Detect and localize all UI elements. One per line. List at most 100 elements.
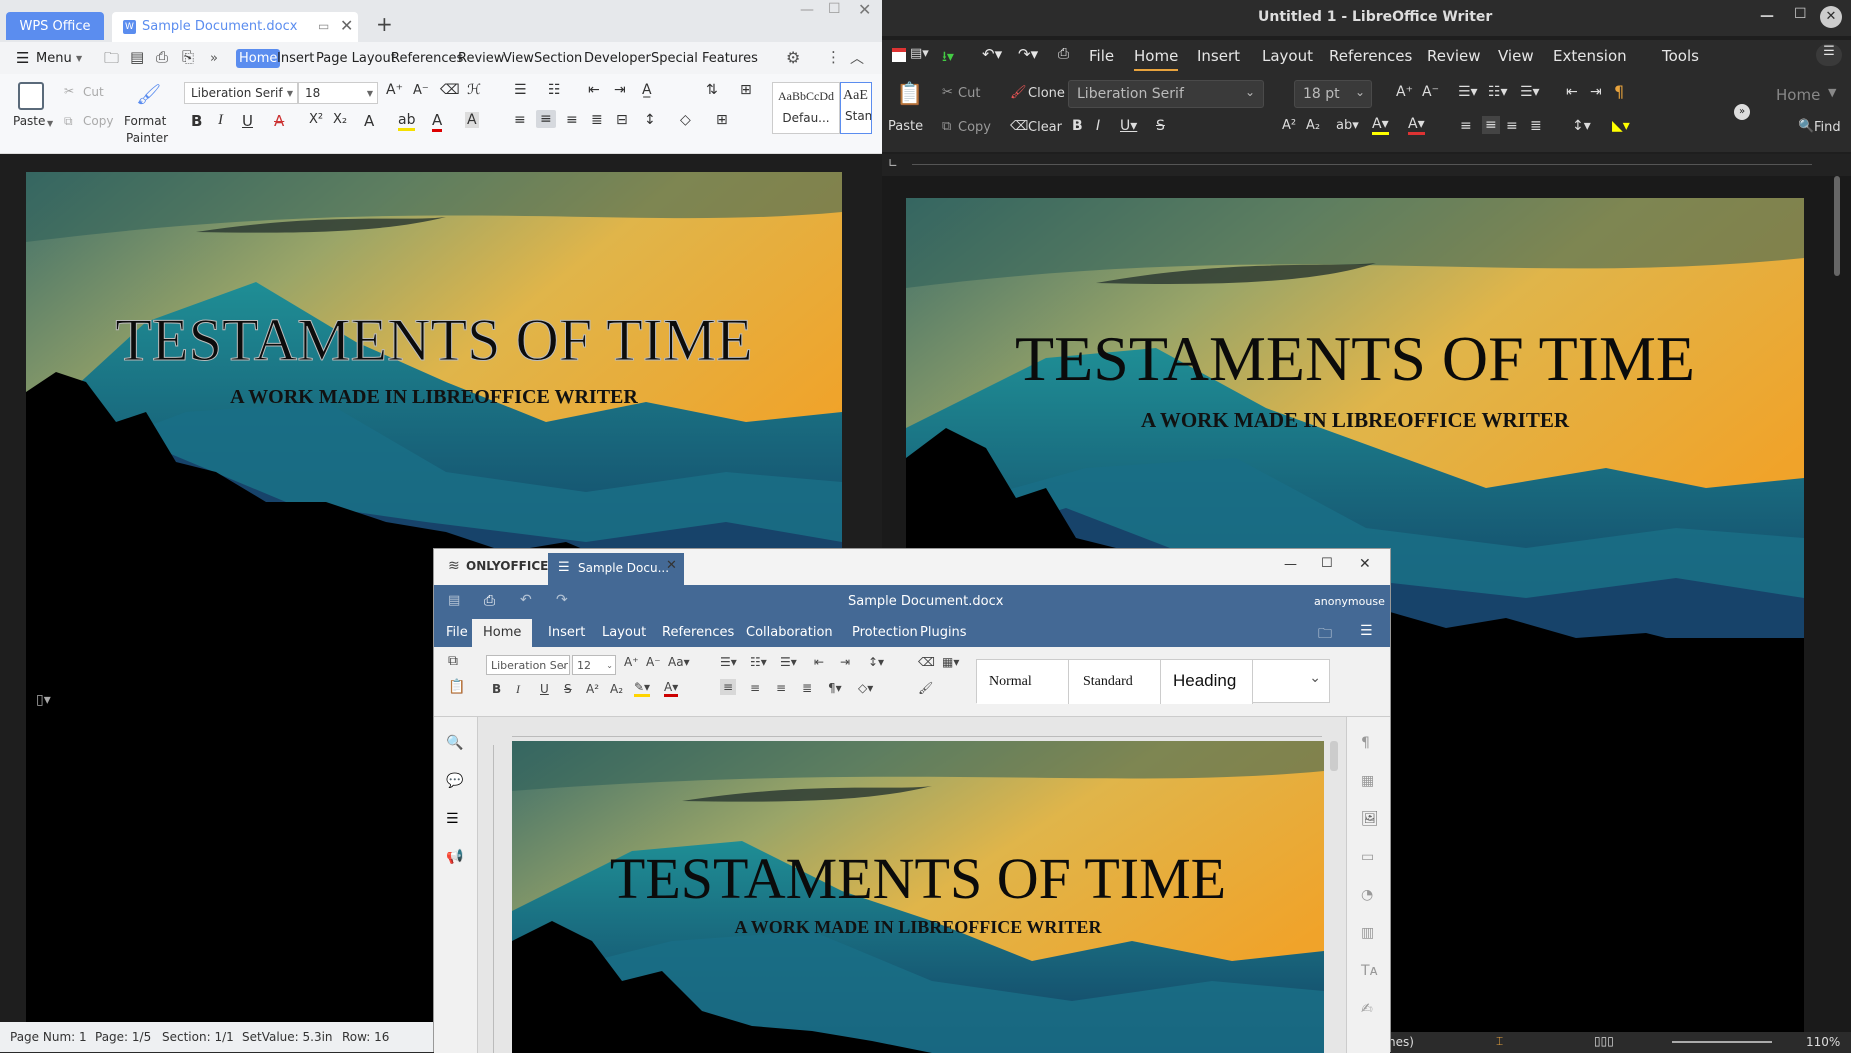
- oo-shading-icon[interactable]: ◇▾: [858, 681, 873, 695]
- tab-home[interactable]: Home: [236, 49, 281, 68]
- tab-developer[interactable]: Developer: [584, 51, 651, 66]
- oo-style-heading[interactable]: Heading: [1161, 660, 1253, 704]
- close-window-icon[interactable]: ✕: [1820, 6, 1842, 28]
- lo-grow-font-icon[interactable]: A⁺: [1396, 84, 1413, 100]
- oo-line-spacing-icon[interactable]: ↕▾: [868, 655, 884, 669]
- oo-open-location-icon[interactable]: 🗀: [1318, 623, 1332, 647]
- lo-outline-icon[interactable]: ☰▾: [1520, 84, 1540, 100]
- open-folder-icon[interactable]: 🗀: [104, 48, 119, 73]
- oo-bullets-icon[interactable]: ☰▾: [720, 655, 737, 669]
- sort-icon[interactable]: ⇅: [706, 82, 718, 98]
- lo-clone-button[interactable]: Clone: [1028, 86, 1065, 101]
- lo-zoom-value[interactable]: 110%: [1806, 1035, 1840, 1049]
- oo-print-icon[interactable]: ⎙: [484, 593, 495, 609]
- oo-close-tab-icon[interactable]: ✕: [666, 558, 677, 573]
- lo-font-size-field[interactable]: 18 pt ⌄: [1294, 80, 1372, 108]
- oo-change-case-icon[interactable]: Aa▾: [668, 655, 690, 669]
- oo-color-scheme-icon[interactable]: ▦▾: [942, 655, 959, 669]
- copy-button[interactable]: Copy: [83, 114, 113, 128]
- tab-page-layout[interactable]: Page Layout: [316, 51, 396, 66]
- lo-undo-icon[interactable]: ↶▾: [982, 45, 1002, 63]
- lo-copy-icon[interactable]: ⧉: [942, 119, 951, 134]
- oo-image-settings-icon[interactable]: 🖼: [1361, 811, 1379, 827]
- oo-copy-style-icon[interactable]: 🖌: [918, 681, 933, 695]
- lo-shrink-font-icon[interactable]: A⁻: [1422, 84, 1439, 100]
- oo-styles-expand-icon[interactable]: ⌄: [1309, 670, 1321, 686]
- lo-ruler[interactable]: ∟: [882, 154, 1851, 176]
- align-right-icon[interactable]: ≡: [566, 112, 578, 128]
- borders-icon[interactable]: ⊞: [716, 112, 728, 128]
- format-painter-label-2[interactable]: Painter: [126, 131, 168, 145]
- line-spacing-icon[interactable]: ↕: [644, 112, 656, 128]
- close-window-icon[interactable]: ✕: [1359, 556, 1371, 572]
- oo-numbering-icon[interactable]: ☷▾: [750, 655, 767, 669]
- maximize-icon[interactable]: ☐: [1321, 556, 1333, 571]
- oo-header-footer-icon[interactable]: ▭: [1361, 849, 1374, 865]
- paste-icon[interactable]: [18, 82, 44, 110]
- new-tab-icon[interactable]: +: [376, 12, 393, 36]
- oo-menu-icon[interactable]: ☰: [1360, 623, 1373, 639]
- decrease-indent-icon[interactable]: ⇤: [588, 82, 600, 98]
- table-border-icon[interactable]: ⊞: [740, 82, 752, 98]
- oo-tab-collaboration[interactable]: Collaboration: [746, 625, 833, 640]
- oo-style-normal[interactable]: Normal: [977, 660, 1069, 704]
- lo-align-center-icon[interactable]: ≡: [1482, 116, 1500, 134]
- lo-menu-extension[interactable]: Extension: [1553, 47, 1627, 65]
- maximize-icon[interactable]: ☐: [1794, 6, 1807, 22]
- oo-tab-file[interactable]: File: [446, 625, 468, 640]
- oo-scrollbar[interactable]: [1330, 741, 1338, 771]
- menu-button[interactable]: Menu: [36, 51, 72, 66]
- oo-highlight-icon[interactable]: ✎▾: [634, 680, 651, 697]
- oo-copy-icon[interactable]: ⧉: [448, 653, 458, 669]
- lo-zoom-slider[interactable]: [1672, 1041, 1772, 1043]
- lo-scrollbar[interactable]: [1834, 176, 1840, 276]
- bold-icon[interactable]: B: [191, 112, 202, 130]
- lo-bold-icon[interactable]: B: [1072, 118, 1083, 134]
- lo-view-layout-icon[interactable]: ▯▯▯: [1594, 1034, 1614, 1048]
- menu-chevron-icon[interactable]: ▼: [76, 54, 82, 63]
- format-painter-icon[interactable]: 🖌: [136, 82, 161, 106]
- lo-menu-file[interactable]: File: [1089, 47, 1114, 65]
- lo-line-spacing-icon[interactable]: ↕▾: [1572, 118, 1591, 134]
- font-style-icon[interactable]: A: [364, 112, 374, 130]
- oo-ruler-horizontal[interactable]: [512, 725, 1322, 737]
- oo-ruler-vertical[interactable]: [482, 745, 494, 1053]
- hamburger-icon[interactable]: ☰: [16, 49, 29, 67]
- lo-home-dropdown[interactable]: Home: [1776, 86, 1820, 104]
- oo-bold-icon[interactable]: B: [492, 682, 501, 696]
- lo-underline-icon[interactable]: U▾: [1120, 118, 1137, 134]
- numbering-icon[interactable]: ☷: [548, 82, 561, 98]
- lo-app-icon[interactable]: [892, 48, 906, 62]
- text-effect-icon[interactable]: ℋ: [467, 82, 481, 98]
- oo-save-icon[interactable]: ▤: [448, 593, 460, 608]
- lo-shadow-icon[interactable]: ab▾: [1336, 118, 1359, 133]
- paste-chevron-icon[interactable]: ▼: [47, 119, 53, 128]
- align-center-icon[interactable]: ≡: [536, 110, 556, 128]
- style-standard-box[interactable]: AaE Stan: [840, 82, 872, 134]
- lo-cut-button[interactable]: Cut: [958, 86, 980, 101]
- more-icon[interactable]: »: [210, 51, 218, 66]
- oo-textart-settings-icon[interactable]: Tᴀ: [1361, 963, 1378, 979]
- lo-menu-references[interactable]: References: [1329, 47, 1412, 65]
- save-icon[interactable]: ▤: [130, 48, 144, 66]
- maximize-icon[interactable]: ☐: [828, 1, 841, 17]
- oo-tab-plugins[interactable]: Plugins: [920, 625, 967, 640]
- lo-new-icon[interactable]: ▤▾: [910, 46, 929, 61]
- oo-clear-style-icon[interactable]: ⌫: [918, 655, 935, 669]
- justify-icon[interactable]: ≣: [591, 112, 603, 128]
- oo-increase-indent-icon[interactable]: ⇥: [840, 655, 850, 669]
- oo-shape-settings-icon[interactable]: ◔: [1361, 887, 1373, 903]
- lo-menu-review[interactable]: Review: [1427, 47, 1481, 65]
- close-tab-icon[interactable]: ✕: [340, 16, 353, 35]
- oo-user-name[interactable]: anonymouse: [1314, 595, 1385, 608]
- highlight-icon[interactable]: ab: [398, 112, 416, 131]
- wps-office-tab[interactable]: WPS Office: [6, 12, 104, 40]
- doc-margin-icon[interactable]: ▯▾: [36, 692, 51, 708]
- lo-menu-insert[interactable]: Insert: [1197, 47, 1240, 65]
- oo-undo-icon[interactable]: ↶: [520, 592, 532, 608]
- oo-shrink-font-icon[interactable]: A⁻: [646, 655, 661, 669]
- lo-print-icon[interactable]: ⎙: [1058, 46, 1069, 62]
- paste-button[interactable]: Paste: [13, 114, 45, 128]
- increase-indent-icon[interactable]: ⇥: [614, 82, 626, 98]
- oo-redo-icon[interactable]: ↷: [556, 592, 568, 608]
